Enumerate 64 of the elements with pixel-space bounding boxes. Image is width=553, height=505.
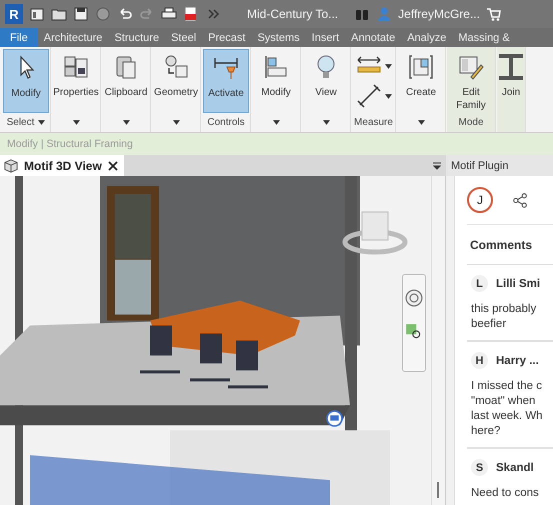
zoom-icon[interactable] (405, 323, 423, 341)
app-logo[interactable]: R (5, 4, 23, 24)
cart-icon[interactable] (486, 6, 502, 22)
author-name: Lilli Smi (496, 278, 540, 290)
caret-icon (385, 64, 392, 68)
author-avatar: L (471, 275, 488, 292)
ribbon-button[interactable]: Geometry (153, 49, 199, 113)
caret-icon (385, 94, 392, 98)
caret-icon[interactable] (38, 120, 46, 125)
cube-icon (4, 158, 18, 172)
view-tab[interactable]: Motif 3D View (0, 155, 124, 176)
ribbon-tab[interactable]: Systems (251, 28, 306, 47)
comment-text: I missed the c "moat" when last week. Wh here? (471, 379, 544, 439)
menu-caret-icon[interactable] (433, 162, 441, 170)
ribbon-tab[interactable]: Insert (306, 28, 346, 47)
join-icon (497, 53, 525, 81)
section-title: Comments (470, 238, 532, 252)
panel-title: Select (6, 117, 34, 128)
caret-icon[interactable] (272, 120, 280, 125)
ribbon-tab[interactable]: Annotate (345, 28, 402, 47)
ribbon-button[interactable]: Clipboard (103, 49, 149, 113)
ribbon-button[interactable]: Create (398, 49, 444, 113)
comment-marker-icon[interactable] (326, 410, 343, 427)
caret-icon[interactable] (72, 120, 80, 125)
author-avatar: S (471, 459, 488, 476)
ribbon-tab[interactable]: Steel (165, 28, 202, 47)
save-icon[interactable] (73, 6, 89, 22)
create-icon (407, 53, 435, 81)
ribbon-button[interactable]: Modify (253, 49, 299, 113)
caret-icon[interactable] (122, 120, 130, 125)
panel-title: Mode (458, 117, 484, 128)
author-avatar: H (471, 352, 488, 369)
ribbon-tab[interactable]: Massing & (452, 28, 516, 47)
author-name: Harry ... (496, 354, 539, 366)
scrollbar-thumb[interactable] (437, 482, 439, 498)
ribbon-button[interactable]: Join (498, 49, 524, 113)
ribbon-tab[interactable]: File (0, 28, 38, 47)
context-label: Modify | Structural Framing (7, 138, 133, 150)
share-icon[interactable] (513, 192, 528, 208)
ribbon-button[interactable]: View (303, 49, 349, 113)
caret-icon[interactable] (172, 120, 180, 125)
ribbon-tab[interactable]: Structure (108, 28, 166, 47)
ribbon-button[interactable]: Properties (53, 49, 99, 113)
document-title: Mid-Century To... (247, 7, 338, 21)
ribbon-tab[interactable]: Analyze (401, 28, 452, 47)
ribbon-button[interactable]: Modify (3, 49, 49, 113)
ribbon-tab[interactable]: Precast (202, 28, 252, 47)
caret-icon[interactable] (418, 120, 424, 125)
ribbon-button[interactable]: Activate (203, 49, 249, 113)
ribbon-button[interactable]: Edit Family (448, 49, 494, 113)
author-name: Skandl (496, 462, 534, 474)
steering-wheel-icon[interactable] (405, 289, 423, 307)
user-avatar[interactable]: J (467, 187, 493, 213)
user-name[interactable]: JeffreyMcGre... (398, 7, 480, 21)
pdf-icon[interactable] (183, 6, 199, 22)
close-icon[interactable] (108, 160, 118, 170)
panel-title: Motif Plugin (451, 160, 508, 172)
panel-title: Controls (207, 117, 245, 128)
panel-title: Measure (354, 117, 393, 128)
ribbon-tab[interactable]: Architecture (38, 28, 108, 47)
dimension-icon (355, 82, 383, 110)
comment-text: Need to cons (471, 486, 540, 501)
caret-icon[interactable] (322, 120, 330, 125)
comment-text: this probably beefier (471, 302, 538, 332)
